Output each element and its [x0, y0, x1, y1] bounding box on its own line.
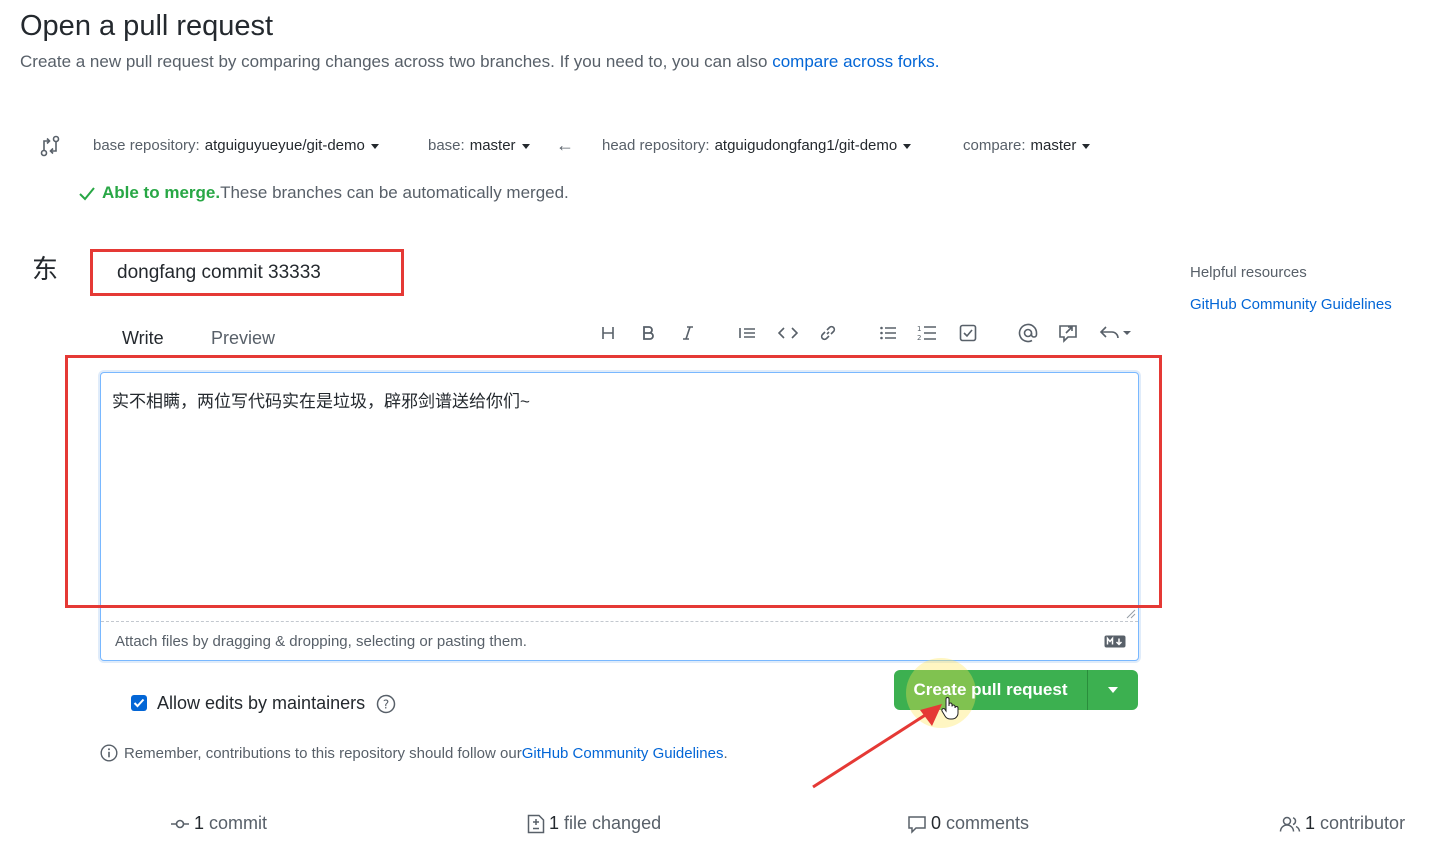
attach-files-bar[interactable]: Attach files by dragging & dropping, sel… — [101, 621, 1138, 660]
sidebar-guidelines-link[interactable]: GitHub Community Guidelines — [1190, 296, 1392, 313]
code-icon[interactable] — [775, 321, 801, 345]
avatar: 东 — [32, 254, 59, 284]
stat-contributors[interactable]: 1 contributor — [1279, 813, 1405, 834]
base-repository-value: atguiguyueyue/git-demo — [204, 137, 365, 154]
heading-icon[interactable] — [595, 321, 621, 345]
bold-icon[interactable] — [635, 321, 661, 345]
create-pull-request-label: Create pull request — [913, 680, 1068, 699]
base-branch-label: base: — [428, 137, 465, 154]
compare-forks-link[interactable]: compare across forks. — [772, 52, 939, 71]
commits-label: commit — [209, 813, 268, 833]
contributors-count: 1 — [1305, 813, 1316, 833]
allow-edits-label[interactable]: Allow edits by maintainers — [157, 693, 365, 714]
merge-status: Able to merge. These branches can be aut… — [78, 183, 569, 203]
page-title: Open a pull request — [20, 10, 274, 42]
merge-ok-text: Able to merge. — [102, 183, 221, 202]
remember-text: Remember, contributions to this reposito… — [124, 744, 522, 762]
pr-body-text[interactable]: 实不相瞒，两位写代码实在是垃圾，辟邪剑谱送给你们~ — [112, 387, 530, 412]
check-icon — [79, 187, 95, 201]
annotation-arrow — [812, 704, 942, 789]
base-branch-value: master — [469, 137, 516, 154]
base-repository-select[interactable]: base repository: atguiguyueyue/git-demo — [93, 137, 379, 154]
files-label: file changed — [564, 813, 662, 833]
compare-branch-select[interactable]: compare: master — [963, 137, 1091, 154]
svg-text:2: 2 — [917, 334, 921, 342]
bulleted-list-icon[interactable] — [875, 321, 901, 345]
helpful-resources-heading: Helpful resources — [1190, 264, 1307, 281]
base-branch-select[interactable]: base: master — [428, 137, 530, 154]
commit-icon — [171, 819, 189, 828]
contributors-label: contributor — [1320, 813, 1406, 833]
attach-hint: Attach files by dragging & dropping, sel… — [115, 633, 527, 650]
page-subtitle: Create a new pull request by comparing c… — [20, 52, 939, 72]
subtitle-text: Create a new pull request by comparing c… — [20, 52, 773, 71]
caret-down-icon — [370, 144, 379, 149]
commits-count: 1 — [194, 813, 205, 833]
stat-comments[interactable]: 0 comments — [907, 813, 1029, 834]
tab-preview[interactable]: Preview — [211, 328, 275, 349]
info-icon — [100, 744, 118, 762]
arrow-left-icon: ← — [556, 135, 574, 155]
pr-title-input[interactable] — [101, 255, 391, 291]
comments-count: 0 — [931, 813, 942, 833]
community-guidelines-link[interactable]: GitHub Community Guidelines — [522, 745, 724, 762]
compare-branch-label: compare: — [963, 137, 1026, 154]
task-list-icon[interactable] — [955, 321, 981, 345]
comment-icon — [908, 815, 926, 834]
remember-note: Remember, contributions to this reposito… — [100, 744, 728, 762]
tab-write[interactable]: Write — [122, 328, 164, 349]
stat-commits[interactable]: 1 commit — [170, 813, 267, 834]
link-icon[interactable] — [815, 321, 841, 345]
reply-icon[interactable] — [1098, 321, 1134, 345]
caret-down-icon — [1108, 687, 1118, 693]
create-pull-request-dropdown[interactable] — [1088, 670, 1138, 710]
reference-icon[interactable] — [1055, 321, 1081, 345]
head-repository-value: atguigudongfang1/git-demo — [714, 137, 898, 154]
base-repository-label: base repository: — [93, 137, 200, 154]
allow-edits-checkbox[interactable] — [131, 695, 147, 711]
comments-label: comments — [946, 813, 1030, 833]
numbered-list-icon[interactable]: 12 — [914, 321, 940, 345]
files-count: 1 — [549, 813, 560, 833]
merge-detail: These branches can be automatically merg… — [220, 183, 569, 202]
caret-down-icon — [903, 144, 912, 149]
caret-down-icon — [521, 144, 530, 149]
caret-down-icon — [1082, 144, 1091, 149]
svg-text:?: ? — [383, 698, 389, 712]
pr-body-editor[interactable]: 实不相瞒，两位写代码实在是垃圾，辟邪剑谱送给你们~ Attach files b… — [100, 372, 1139, 661]
stat-files[interactable]: 1 file changed — [527, 813, 661, 834]
head-repository-label: head repository: — [602, 137, 710, 154]
check-icon — [133, 698, 145, 708]
compare-branch-value: master — [1030, 137, 1077, 154]
resize-grip-icon[interactable] — [1126, 609, 1136, 619]
mention-icon[interactable] — [1015, 321, 1041, 345]
italic-icon[interactable] — [675, 321, 701, 345]
quote-icon[interactable] — [734, 321, 760, 345]
help-icon[interactable]: ? — [376, 694, 396, 714]
svg-text:1: 1 — [917, 325, 921, 333]
remember-end: . — [723, 744, 728, 762]
head-repository-select[interactable]: head repository: atguigudongfang1/git-dem… — [602, 137, 912, 154]
compare-icon — [40, 135, 60, 157]
people-icon — [1279, 816, 1301, 832]
markdown-icon[interactable] — [1104, 635, 1126, 648]
file-diff-icon — [527, 814, 545, 833]
